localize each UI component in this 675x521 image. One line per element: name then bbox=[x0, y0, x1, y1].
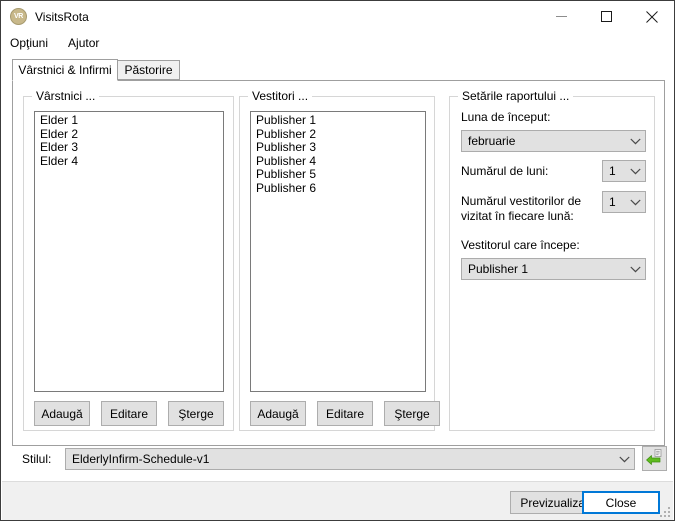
maximize-icon[interactable] bbox=[584, 1, 629, 32]
list-item[interactable]: Elder 4 bbox=[35, 154, 223, 169]
import-style-icon bbox=[646, 448, 663, 469]
import-style-button[interactable] bbox=[642, 446, 667, 471]
tab-pastorire[interactable]: Păstorire bbox=[117, 60, 180, 80]
publishers-delete-button[interactable]: Şterge bbox=[384, 401, 440, 426]
menu-bar: Opţiuni Ajutor bbox=[1, 32, 674, 53]
footer-bar: Previzualizare Close bbox=[2, 481, 673, 520]
list-item[interactable]: Publisher 4 bbox=[251, 154, 425, 169]
style-value: ElderlyInfirm-Schedule-v1 bbox=[72, 452, 210, 466]
publishers-per-month-combo[interactable]: 1 bbox=[602, 191, 646, 213]
resize-grip[interactable] bbox=[660, 507, 670, 517]
group-vestitori-legend: Vestitori ... bbox=[248, 89, 313, 103]
group-varstnici: Vârstnici ... Elder 1 Elder 2 Elder 3 El… bbox=[23, 89, 234, 431]
group-vestitori: Vestitori ... Publisher 1 Publisher 2 Pu… bbox=[239, 89, 440, 431]
style-label: Stilul: bbox=[22, 452, 52, 466]
tab-panel-varstnici-infirmi: Vârstnici ... Elder 1 Elder 2 Elder 3 El… bbox=[12, 80, 667, 471]
group-setari-legend: Setările raportului ... bbox=[458, 89, 574, 103]
list-item[interactable]: Publisher 6 bbox=[251, 181, 425, 196]
app-icon: VR bbox=[10, 8, 27, 25]
chevron-down-icon bbox=[625, 199, 645, 206]
publishers-edit-button[interactable]: Editare bbox=[317, 401, 373, 426]
number-of-months-value: 1 bbox=[609, 164, 616, 178]
start-month-combo[interactable]: februarie bbox=[461, 130, 646, 152]
chevron-down-icon bbox=[614, 456, 634, 463]
start-month-label: Luna de început: bbox=[461, 110, 551, 124]
publishers-list[interactable]: Publisher 1 Publisher 2 Publisher 3 Publ… bbox=[250, 111, 426, 392]
elders-add-button[interactable]: Adaugă bbox=[34, 401, 90, 426]
window-title: VisitsRota bbox=[35, 9, 89, 24]
menu-item-ajutor[interactable]: Ajutor bbox=[68, 36, 99, 50]
list-item[interactable]: Publisher 3 bbox=[251, 140, 425, 155]
starting-publisher-combo[interactable]: Publisher 1 bbox=[461, 258, 646, 280]
menu-item-optiuni[interactable]: Opţiuni bbox=[10, 36, 48, 50]
elders-list[interactable]: Elder 1 Elder 2 Elder 3 Elder 4 bbox=[34, 111, 224, 392]
starting-publisher-label: Vestitorul care începe: bbox=[461, 238, 580, 252]
minimize-icon[interactable] bbox=[539, 1, 584, 32]
number-of-months-combo[interactable]: 1 bbox=[602, 160, 646, 182]
close-button[interactable]: Close bbox=[582, 491, 660, 514]
number-of-months-label: Numărul de luni: bbox=[461, 164, 549, 178]
tab-label: Vârstnici & Infirmi bbox=[18, 63, 112, 77]
starting-publisher-value: Publisher 1 bbox=[468, 262, 529, 276]
list-item[interactable]: Publisher 2 bbox=[251, 127, 425, 142]
elders-edit-button[interactable]: Editare bbox=[101, 401, 157, 426]
publishers-per-month-value: 1 bbox=[609, 195, 616, 209]
close-icon[interactable] bbox=[629, 1, 674, 32]
list-item[interactable]: Elder 2 bbox=[35, 127, 223, 142]
chevron-down-icon bbox=[625, 138, 645, 145]
window-controls bbox=[539, 1, 674, 32]
publishers-per-month-label-line2: vizitat în fiecare lună: bbox=[461, 209, 574, 223]
elders-delete-button[interactable]: Şterge bbox=[168, 401, 224, 426]
group-varstnici-legend: Vârstnici ... bbox=[32, 89, 100, 103]
style-combo[interactable]: ElderlyInfirm-Schedule-v1 bbox=[65, 448, 635, 470]
tab-strip: Vârstnici & Infirmi Păstorire bbox=[12, 59, 665, 81]
list-item[interactable]: Publisher 1 bbox=[251, 113, 425, 128]
chevron-down-icon bbox=[625, 168, 645, 175]
tab-label: Păstorire bbox=[124, 63, 173, 77]
publishers-add-button[interactable]: Adaugă bbox=[250, 401, 306, 426]
list-item[interactable]: Elder 1 bbox=[35, 113, 223, 128]
list-item[interactable]: Publisher 5 bbox=[251, 167, 425, 182]
chevron-down-icon bbox=[625, 266, 645, 273]
start-month-value: februarie bbox=[468, 134, 516, 148]
title-bar: VR VisitsRota bbox=[1, 1, 674, 32]
visits-rota-window: VR VisitsRota Opţiuni Ajutor Vârstnici &… bbox=[0, 0, 675, 521]
tab-varstnici-infirmi[interactable]: Vârstnici & Infirmi bbox=[12, 59, 118, 81]
publishers-per-month-label-line1: Numărul vestitorilor de bbox=[461, 194, 582, 208]
list-item[interactable]: Elder 3 bbox=[35, 140, 223, 155]
group-setarile-raportului: Setările raportului ... Luna de început:… bbox=[449, 89, 655, 431]
